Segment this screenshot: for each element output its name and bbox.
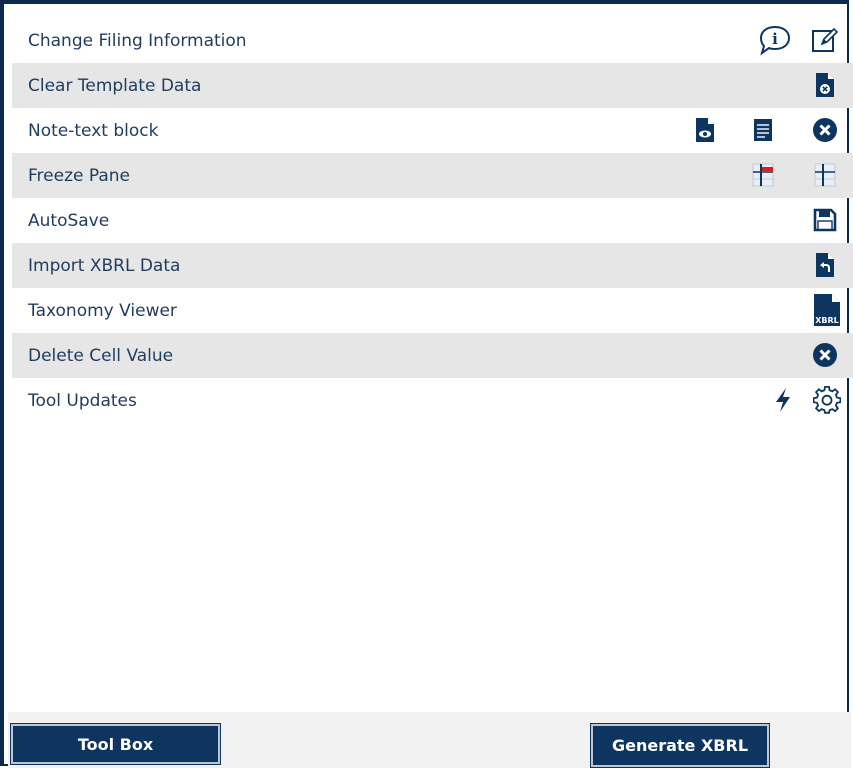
row-label: Clear Template Data <box>28 75 202 96</box>
import-document-icon[interactable] <box>807 247 843 283</box>
svg-text:i: i <box>772 30 778 48</box>
footer-bar: Tool Box Generate XBRL <box>8 712 851 768</box>
row-note-text-block[interactable]: Note-text block <box>12 108 853 153</box>
xbrl-icon-label: XBRL <box>815 316 839 325</box>
preview-document-icon[interactable] <box>687 112 723 148</box>
tool-list: Change Filing Information i Clear Templa… <box>12 18 853 423</box>
freeze-pane-on-icon[interactable] <box>745 157 781 193</box>
row-freeze-pane[interactable]: Freeze Pane <box>12 153 853 198</box>
row-label: AutoSave <box>28 210 110 231</box>
generate-xbrl-button[interactable]: Generate XBRL <box>591 724 769 767</box>
toolbox-button[interactable]: Tool Box <box>11 724 220 764</box>
lightning-icon[interactable] <box>765 382 801 418</box>
row-label: Import XBRL Data <box>28 255 181 276</box>
row-tool-updates[interactable]: Tool Updates <box>12 378 853 423</box>
row-delete-cell-value[interactable]: Delete Cell Value <box>12 333 853 378</box>
close-circle-icon[interactable] <box>807 112 843 148</box>
xbrl-document-icon[interactable]: XBRL <box>809 292 845 328</box>
row-label: Change Filing Information <box>28 30 247 51</box>
row-label: Taxonomy Viewer <box>28 300 177 321</box>
row-change-filing-information[interactable]: Change Filing Information i <box>12 18 853 63</box>
edit-note-icon[interactable] <box>807 22 843 58</box>
row-import-xbrl-data[interactable]: Import XBRL Data <box>12 243 853 288</box>
text-block-icon[interactable] <box>745 112 781 148</box>
close-circle-icon[interactable] <box>807 337 843 373</box>
row-autosave[interactable]: AutoSave <box>12 198 853 243</box>
gear-icon[interactable] <box>809 382 845 418</box>
row-label: Tool Updates <box>28 390 137 411</box>
freeze-pane-off-icon[interactable] <box>807 157 843 193</box>
row-label: Freeze Pane <box>28 165 130 186</box>
row-taxonomy-viewer[interactable]: Taxonomy Viewer XBRL <box>12 288 853 333</box>
row-label: Note-text block <box>28 120 159 141</box>
save-icon[interactable] <box>807 202 843 238</box>
toolbox-panel: Change Filing Information i Clear Templa… <box>0 0 853 768</box>
clear-document-icon[interactable] <box>807 67 843 103</box>
info-bubble-icon[interactable]: i <box>757 22 793 58</box>
row-clear-template-data[interactable]: Clear Template Data <box>12 63 853 108</box>
row-label: Delete Cell Value <box>28 345 174 366</box>
